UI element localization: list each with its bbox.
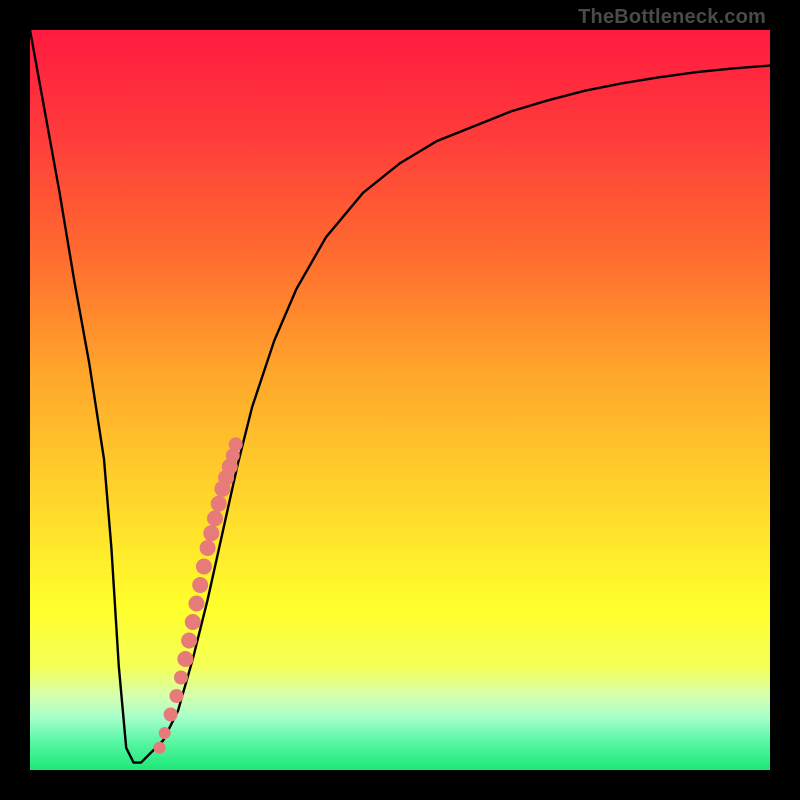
curve-layer bbox=[30, 30, 770, 770]
highlight-dots bbox=[154, 437, 243, 753]
highlight-dot bbox=[189, 596, 205, 612]
highlight-dot bbox=[159, 727, 171, 739]
plot-area bbox=[30, 30, 770, 770]
highlight-dot bbox=[185, 614, 201, 630]
highlight-dot bbox=[177, 651, 193, 667]
highlight-dot bbox=[170, 689, 184, 703]
watermark-text: TheBottleneck.com bbox=[578, 6, 766, 29]
bottleneck-curve bbox=[30, 30, 770, 763]
highlight-dot bbox=[154, 742, 166, 754]
highlight-dot bbox=[174, 671, 188, 685]
highlight-dot bbox=[203, 525, 219, 541]
highlight-dot bbox=[164, 708, 178, 722]
highlight-dot bbox=[196, 559, 212, 575]
highlight-dot bbox=[229, 437, 243, 451]
chart-frame: TheBottleneck.com bbox=[0, 0, 800, 800]
highlight-dot bbox=[207, 510, 223, 526]
highlight-dot bbox=[211, 496, 227, 512]
highlight-dot bbox=[200, 540, 216, 556]
highlight-dot bbox=[181, 633, 197, 649]
highlight-dot bbox=[192, 577, 208, 593]
